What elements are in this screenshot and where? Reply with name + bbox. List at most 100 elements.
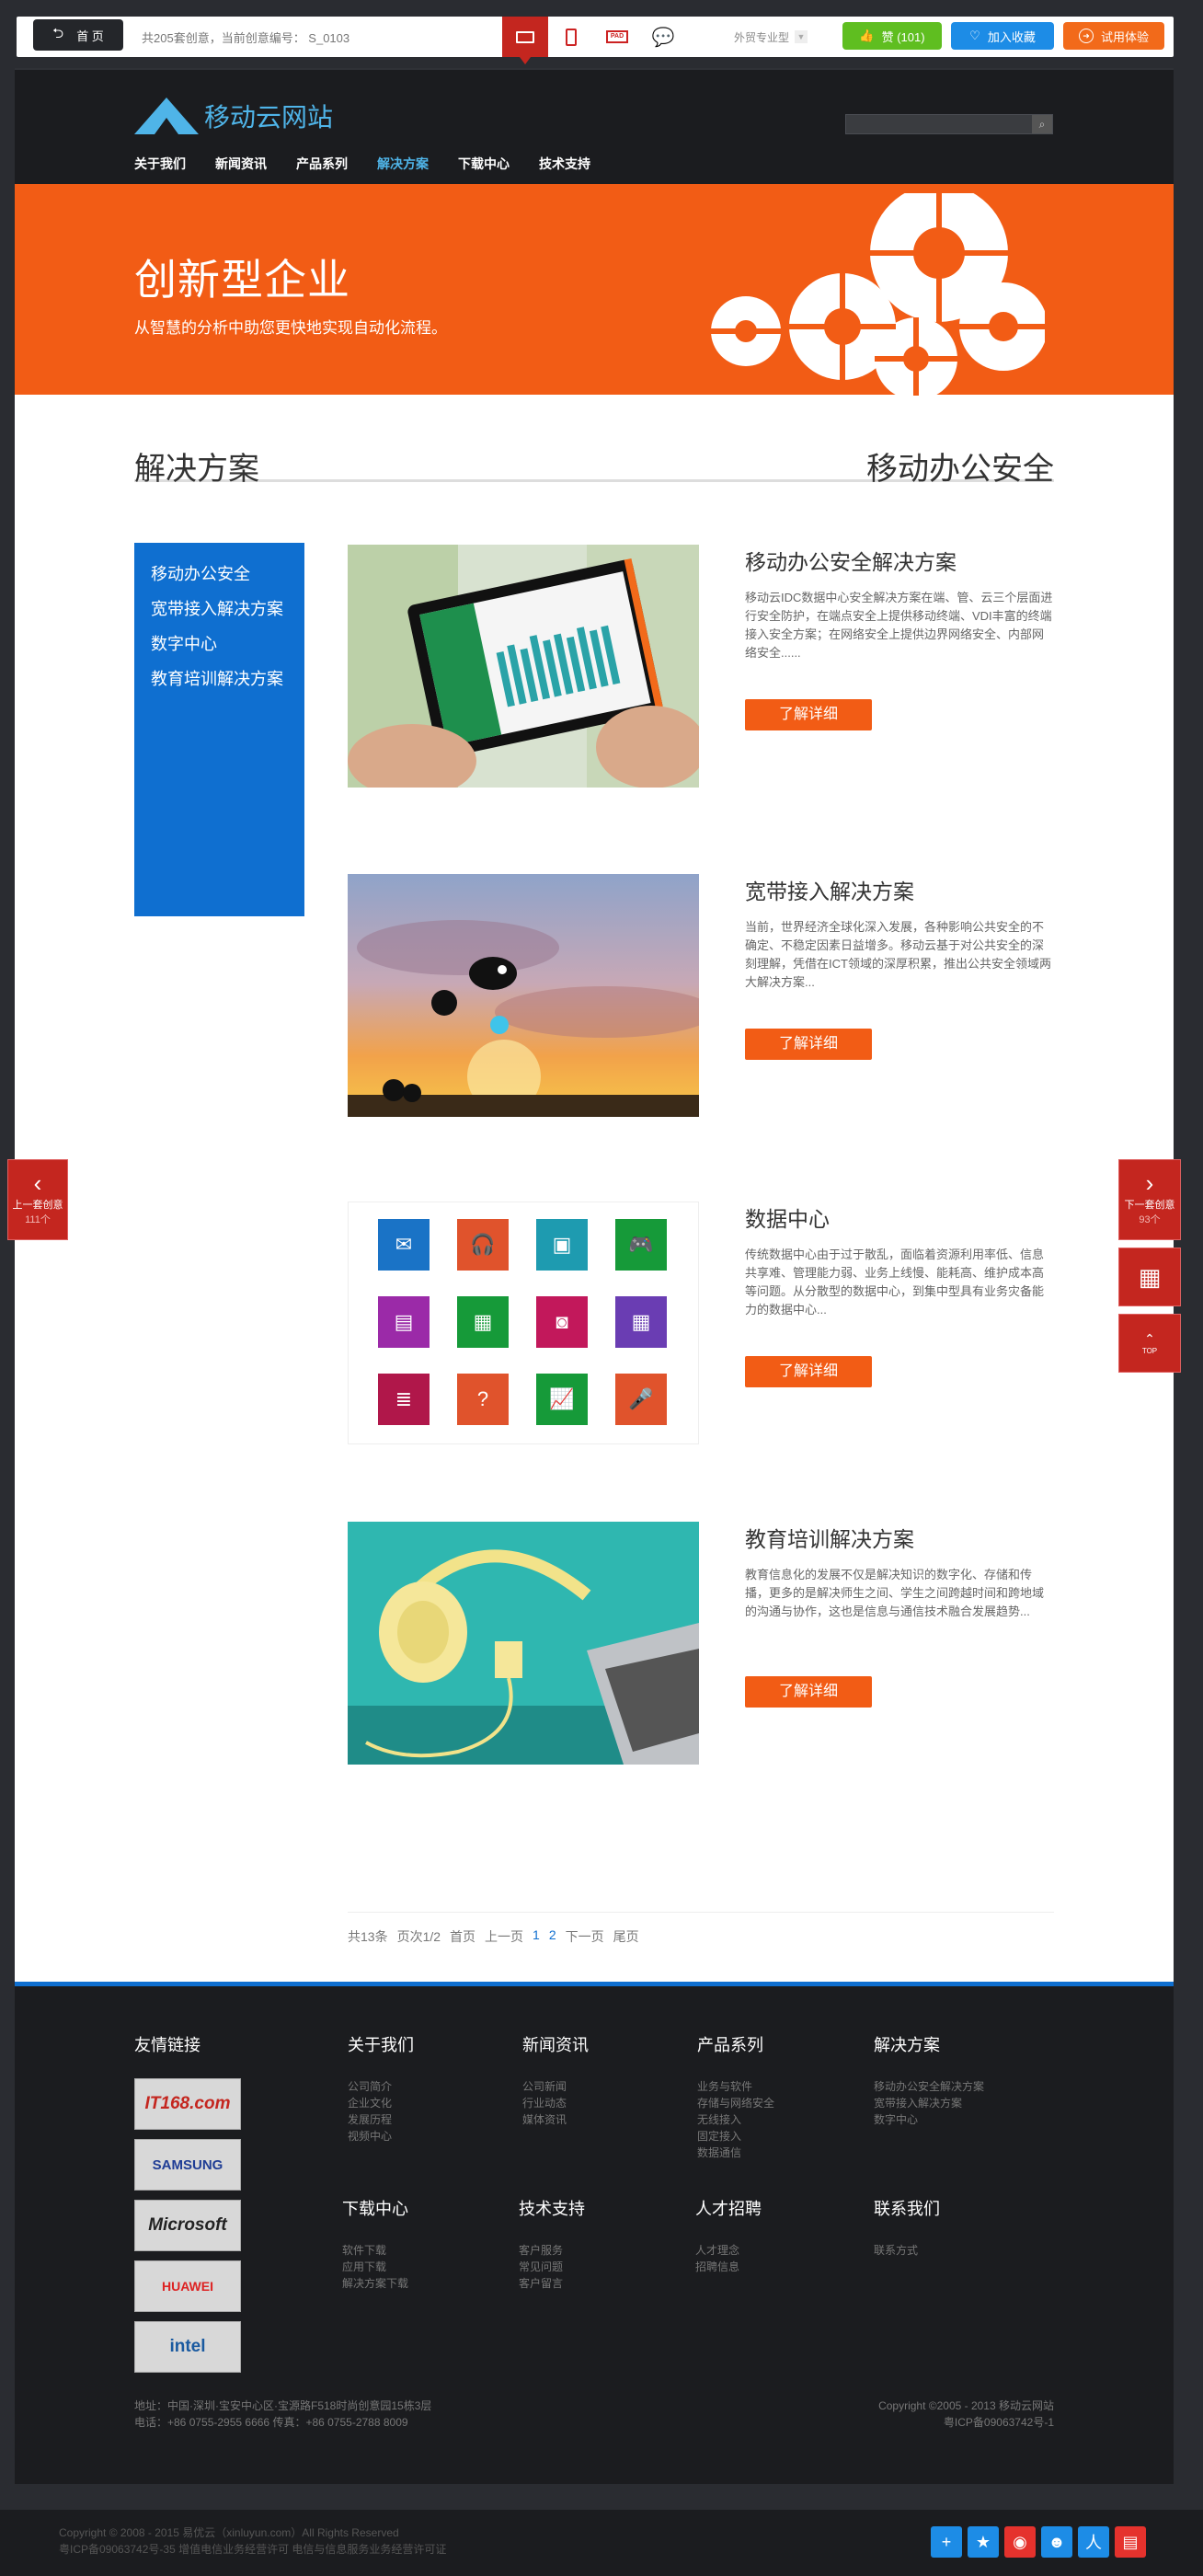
pager-current[interactable]: 1 xyxy=(533,1927,540,1946)
footer-link[interactable]: 数字中心 xyxy=(874,2111,984,2128)
more-button[interactable]: 了解详细 xyxy=(745,699,872,730)
footer-link[interactable]: 宽带接入解决方案 xyxy=(874,2095,984,2111)
footer-link[interactable]: 公司简介 xyxy=(348,2078,414,2095)
nav-item-about[interactable]: 关于我们 xyxy=(134,155,186,173)
partner-huawei-logo[interactable]: HUAWEI xyxy=(134,2260,241,2312)
footer-col-title: 新闻资讯 xyxy=(522,2036,589,2054)
solution-title[interactable]: 教育培训解决方案 xyxy=(745,1522,914,1553)
partner-it168-logo[interactable]: IT168.com xyxy=(134,2078,241,2130)
footer-link[interactable]: 客户服务 xyxy=(519,2242,585,2259)
footer-link[interactable]: 行业动态 xyxy=(522,2095,589,2111)
footer-link[interactable]: 存储与网络安全 xyxy=(697,2095,774,2111)
footer-link[interactable]: 固定接入 xyxy=(697,2128,774,2145)
section-title-right: 移动办公安全 xyxy=(866,452,1054,487)
nav-item-products[interactable]: 产品系列 xyxy=(296,155,348,173)
page-footer: Copyright © 2008 - 2015 易优云（xinluyun.com… xyxy=(0,2510,1203,2576)
footer-col-title: 解决方案 xyxy=(874,2036,940,2054)
footer-col-title: 人才招聘 xyxy=(695,2200,762,2218)
finance-chart-icon: 📈 xyxy=(536,1374,588,1425)
footer-link[interactable]: 视频中心 xyxy=(348,2128,414,2145)
site-logo[interactable]: 移动云网站 xyxy=(134,96,333,136)
home-button[interactable]: ⮌ 首 页 xyxy=(33,19,123,51)
next-template-button[interactable]: › 下一套创意 93个 xyxy=(1118,1159,1181,1240)
industry-select[interactable]: 外贸专业型 ▼ xyxy=(734,26,822,48)
footer-link[interactable]: 人才理念 xyxy=(695,2242,762,2259)
pager-next[interactable]: 下一页 xyxy=(566,1927,604,1946)
pager-first[interactable]: 首页 xyxy=(450,1927,475,1946)
desktop-view-tab[interactable] xyxy=(502,17,548,64)
share-plus-icon[interactable]: + xyxy=(931,2526,962,2558)
favorite-button[interactable]: ♡ 加入收藏 xyxy=(951,22,1054,50)
share-tencent-icon[interactable]: ☻ xyxy=(1041,2526,1072,2558)
search-icon[interactable]: ⌕ xyxy=(1032,115,1052,133)
footer-link[interactable]: 企业文化 xyxy=(348,2095,414,2111)
footer-link[interactable]: 无线接入 xyxy=(697,2111,774,2128)
side-menu-item-data-center[interactable]: 数字中心 xyxy=(151,631,288,655)
more-button[interactable]: 了解详细 xyxy=(745,1676,872,1708)
footer-link[interactable]: 移动办公安全解决方案 xyxy=(874,2078,984,2095)
more-button[interactable]: 了解详细 xyxy=(745,1029,872,1060)
news-icon: ≣ xyxy=(378,1374,430,1425)
back-to-top-button[interactable]: ⌃ TOP xyxy=(1118,1314,1181,1373)
solution-desc: 教育信息化的发展不仅是解决知识的数字化、存储和传播，更多的是解决师生之间、学生之… xyxy=(745,1568,1045,1618)
mail-icon: ✉ xyxy=(378,1219,430,1271)
pager-page-2[interactable]: 2 xyxy=(549,1927,556,1946)
footer-link[interactable]: 公司新闻 xyxy=(522,2078,589,2095)
partner-microsoft-logo[interactable]: Microsoft xyxy=(134,2200,241,2251)
side-menu-item-mobile-security[interactable]: 移动办公安全 xyxy=(151,561,288,585)
footer-link[interactable]: 业务与软件 xyxy=(697,2078,774,2095)
share-more-icon[interactable]: ▤ xyxy=(1115,2526,1146,2558)
share-qzone-icon[interactable]: ★ xyxy=(968,2526,999,2558)
like-button[interactable]: 👍 赞 (101) xyxy=(842,22,942,50)
prev-label: 上一套创意 xyxy=(12,1200,63,1211)
pad-icon: PAD xyxy=(606,30,628,43)
mobile-view-tab[interactable] xyxy=(548,17,594,57)
logo-text: 移动云网站 xyxy=(204,103,334,132)
wechat-icon: 💬 xyxy=(651,27,675,48)
solution-title[interactable]: 数据中心 xyxy=(745,1202,830,1233)
sunset-game-photo xyxy=(348,874,699,1117)
footer-link[interactable]: 软件下载 xyxy=(342,2242,408,2259)
calendar-icon: ▦ xyxy=(615,1296,667,1348)
pad-view-tab[interactable]: PAD xyxy=(594,17,640,57)
wechat-view-tab[interactable]: 💬 xyxy=(640,17,686,57)
footer-col-title: 关于我们 xyxy=(348,2036,414,2054)
footer-link[interactable]: 数据通信 xyxy=(697,2145,774,2161)
pager-last[interactable]: 尾页 xyxy=(613,1927,639,1946)
gamepad-icon: 🎮 xyxy=(615,1219,667,1271)
solution-title[interactable]: 移动办公安全解决方案 xyxy=(745,545,957,576)
pager-prev[interactable]: 上一页 xyxy=(485,1927,523,1946)
main-nav: 关于我们 新闻资讯 产品系列 解决方案 下载中心 技术支持 xyxy=(134,155,590,173)
side-menu-item-broadband[interactable]: 宽带接入解决方案 xyxy=(151,596,288,620)
next-label: 下一套创意 xyxy=(1124,1200,1175,1211)
side-menu-item-education[interactable]: 教育培训解决方案 xyxy=(151,666,288,690)
calculator-icon: ▦ xyxy=(457,1296,509,1348)
nav-item-news[interactable]: 新闻资讯 xyxy=(215,155,267,173)
partners-col: 友情链接 xyxy=(134,2032,200,2078)
more-button[interactable]: 了解详细 xyxy=(745,1356,872,1387)
icp-text: 粤ICP备09063742号-1 xyxy=(943,2416,1054,2429)
footer-link[interactable]: 媒体资讯 xyxy=(522,2111,589,2128)
try-button[interactable]: ➜ 试用体验 xyxy=(1063,22,1164,50)
footer-link[interactable]: 联系方式 xyxy=(874,2242,940,2259)
nav-item-downloads[interactable]: 下载中心 xyxy=(458,155,510,173)
demo-toolbar: ⮌ 首 页 共205套创意，当前创意编号： S_0103 PAD 💬 外贸专业型… xyxy=(17,17,1174,64)
footer-link[interactable]: 常见问题 xyxy=(519,2259,585,2275)
footer-link[interactable]: 解决方案下载 xyxy=(342,2275,408,2292)
partner-intel-logo[interactable]: intel xyxy=(134,2321,241,2373)
footer-link[interactable]: 招聘信息 xyxy=(695,2259,762,2275)
partner-samsung-logo[interactable]: SAMSUNG xyxy=(134,2139,241,2191)
share-weibo-icon[interactable]: ◉ xyxy=(1004,2526,1036,2558)
footer-link[interactable]: 应用下载 xyxy=(342,2259,408,2275)
search-input[interactable]: ⌕ xyxy=(845,114,1053,134)
footer-link[interactable]: 发展历程 xyxy=(348,2111,414,2128)
solution-title[interactable]: 宽带接入解决方案 xyxy=(745,874,914,905)
footer-link[interactable]: 客户留言 xyxy=(519,2275,585,2292)
grid-menu-button[interactable]: ▦ xyxy=(1118,1248,1181,1306)
share-renren-icon[interactable]: 人 xyxy=(1078,2526,1109,2558)
copyright-text: Copyright ©2005 - 2013 移动云网站 xyxy=(878,2399,1054,2412)
nav-item-support[interactable]: 技术支持 xyxy=(539,155,590,173)
prev-template-button[interactable]: ‹ 上一套创意 111个 xyxy=(7,1159,68,1240)
nav-item-solutions[interactable]: 解决方案 xyxy=(377,155,429,173)
hero-banner: 创新型企业 从智慧的分析中助您更快地实现自动化流程。 xyxy=(15,179,1174,396)
